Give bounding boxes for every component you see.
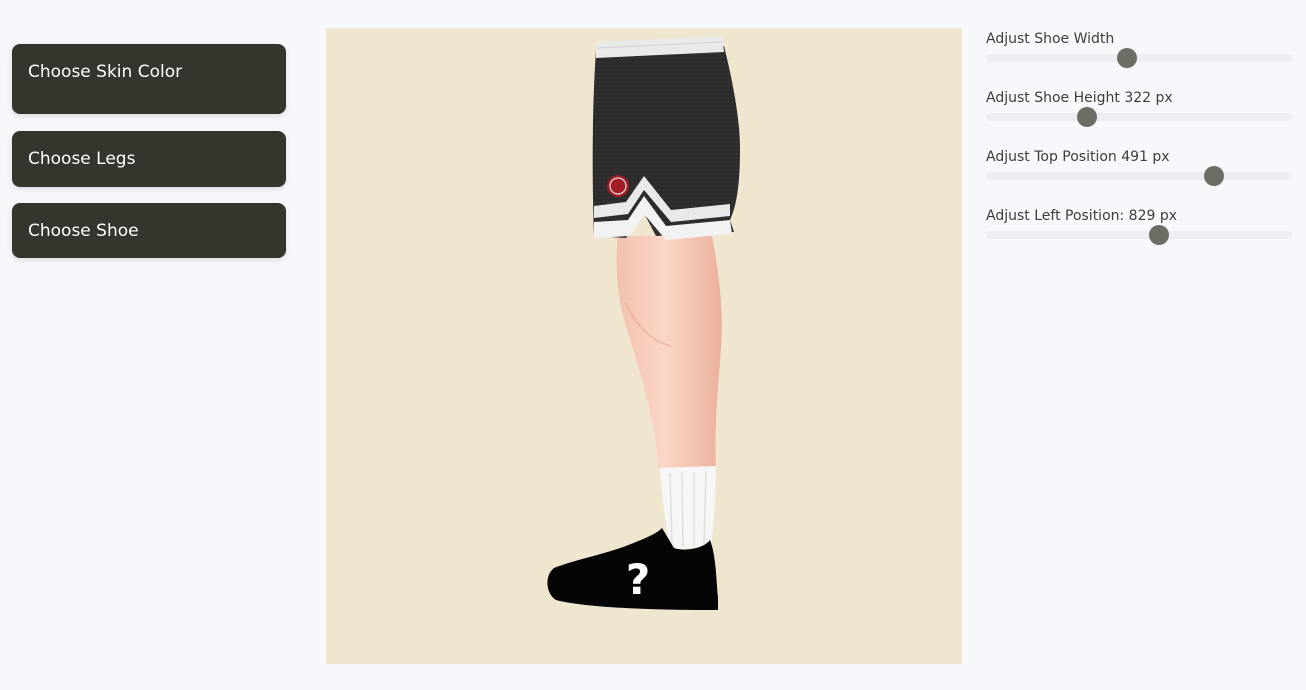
left-position-slider-thumb[interactable] xyxy=(1148,225,1169,245)
top-position-slider-thumb[interactable] xyxy=(1203,166,1224,186)
avatar-preview-figure: ? xyxy=(547,36,740,610)
shoe-width-slider-thumb[interactable] xyxy=(1116,48,1137,68)
avatar-preview-canvas: ? xyxy=(326,28,962,664)
shoe-height-slider-track[interactable] xyxy=(986,113,1292,121)
left-position-control: Adjust Left Position: 829 px xyxy=(986,208,1292,248)
shoe-height-label: Adjust Shoe Height 322 px xyxy=(986,90,1173,106)
sock-shape xyxy=(660,466,716,550)
choose-shoe-button[interactable]: Choose Shoe xyxy=(12,203,286,258)
choose-shoe-label: Choose Shoe xyxy=(28,220,139,241)
choose-skin-color-label: Choose Skin Color xyxy=(28,62,183,82)
shoe-width-label: Adjust Shoe Width xyxy=(986,31,1115,47)
leg-shape xyxy=(616,236,722,472)
choose-legs-button[interactable]: Choose Legs xyxy=(12,131,286,187)
top-position-control: Adjust Top Position 491 px xyxy=(986,149,1292,189)
shoe-width-control: Adjust Shoe Width xyxy=(986,31,1292,71)
shoe-placeholder-text: ? xyxy=(626,555,650,604)
choose-skin-color-button[interactable]: Choose Skin Color xyxy=(12,44,286,114)
shoe-height-slider-thumb[interactable] xyxy=(1076,107,1097,127)
shoe-height-control: Adjust Shoe Height 322 px xyxy=(986,90,1292,130)
top-position-label: Adjust Top Position 491 px xyxy=(986,149,1170,165)
left-position-slider-track[interactable] xyxy=(986,231,1292,239)
top-position-slider-track[interactable] xyxy=(986,172,1292,180)
left-position-label: Adjust Left Position: 829 px xyxy=(986,208,1178,224)
shoe-width-slider-track[interactable] xyxy=(986,54,1292,62)
choose-legs-label: Choose Legs xyxy=(28,149,136,169)
